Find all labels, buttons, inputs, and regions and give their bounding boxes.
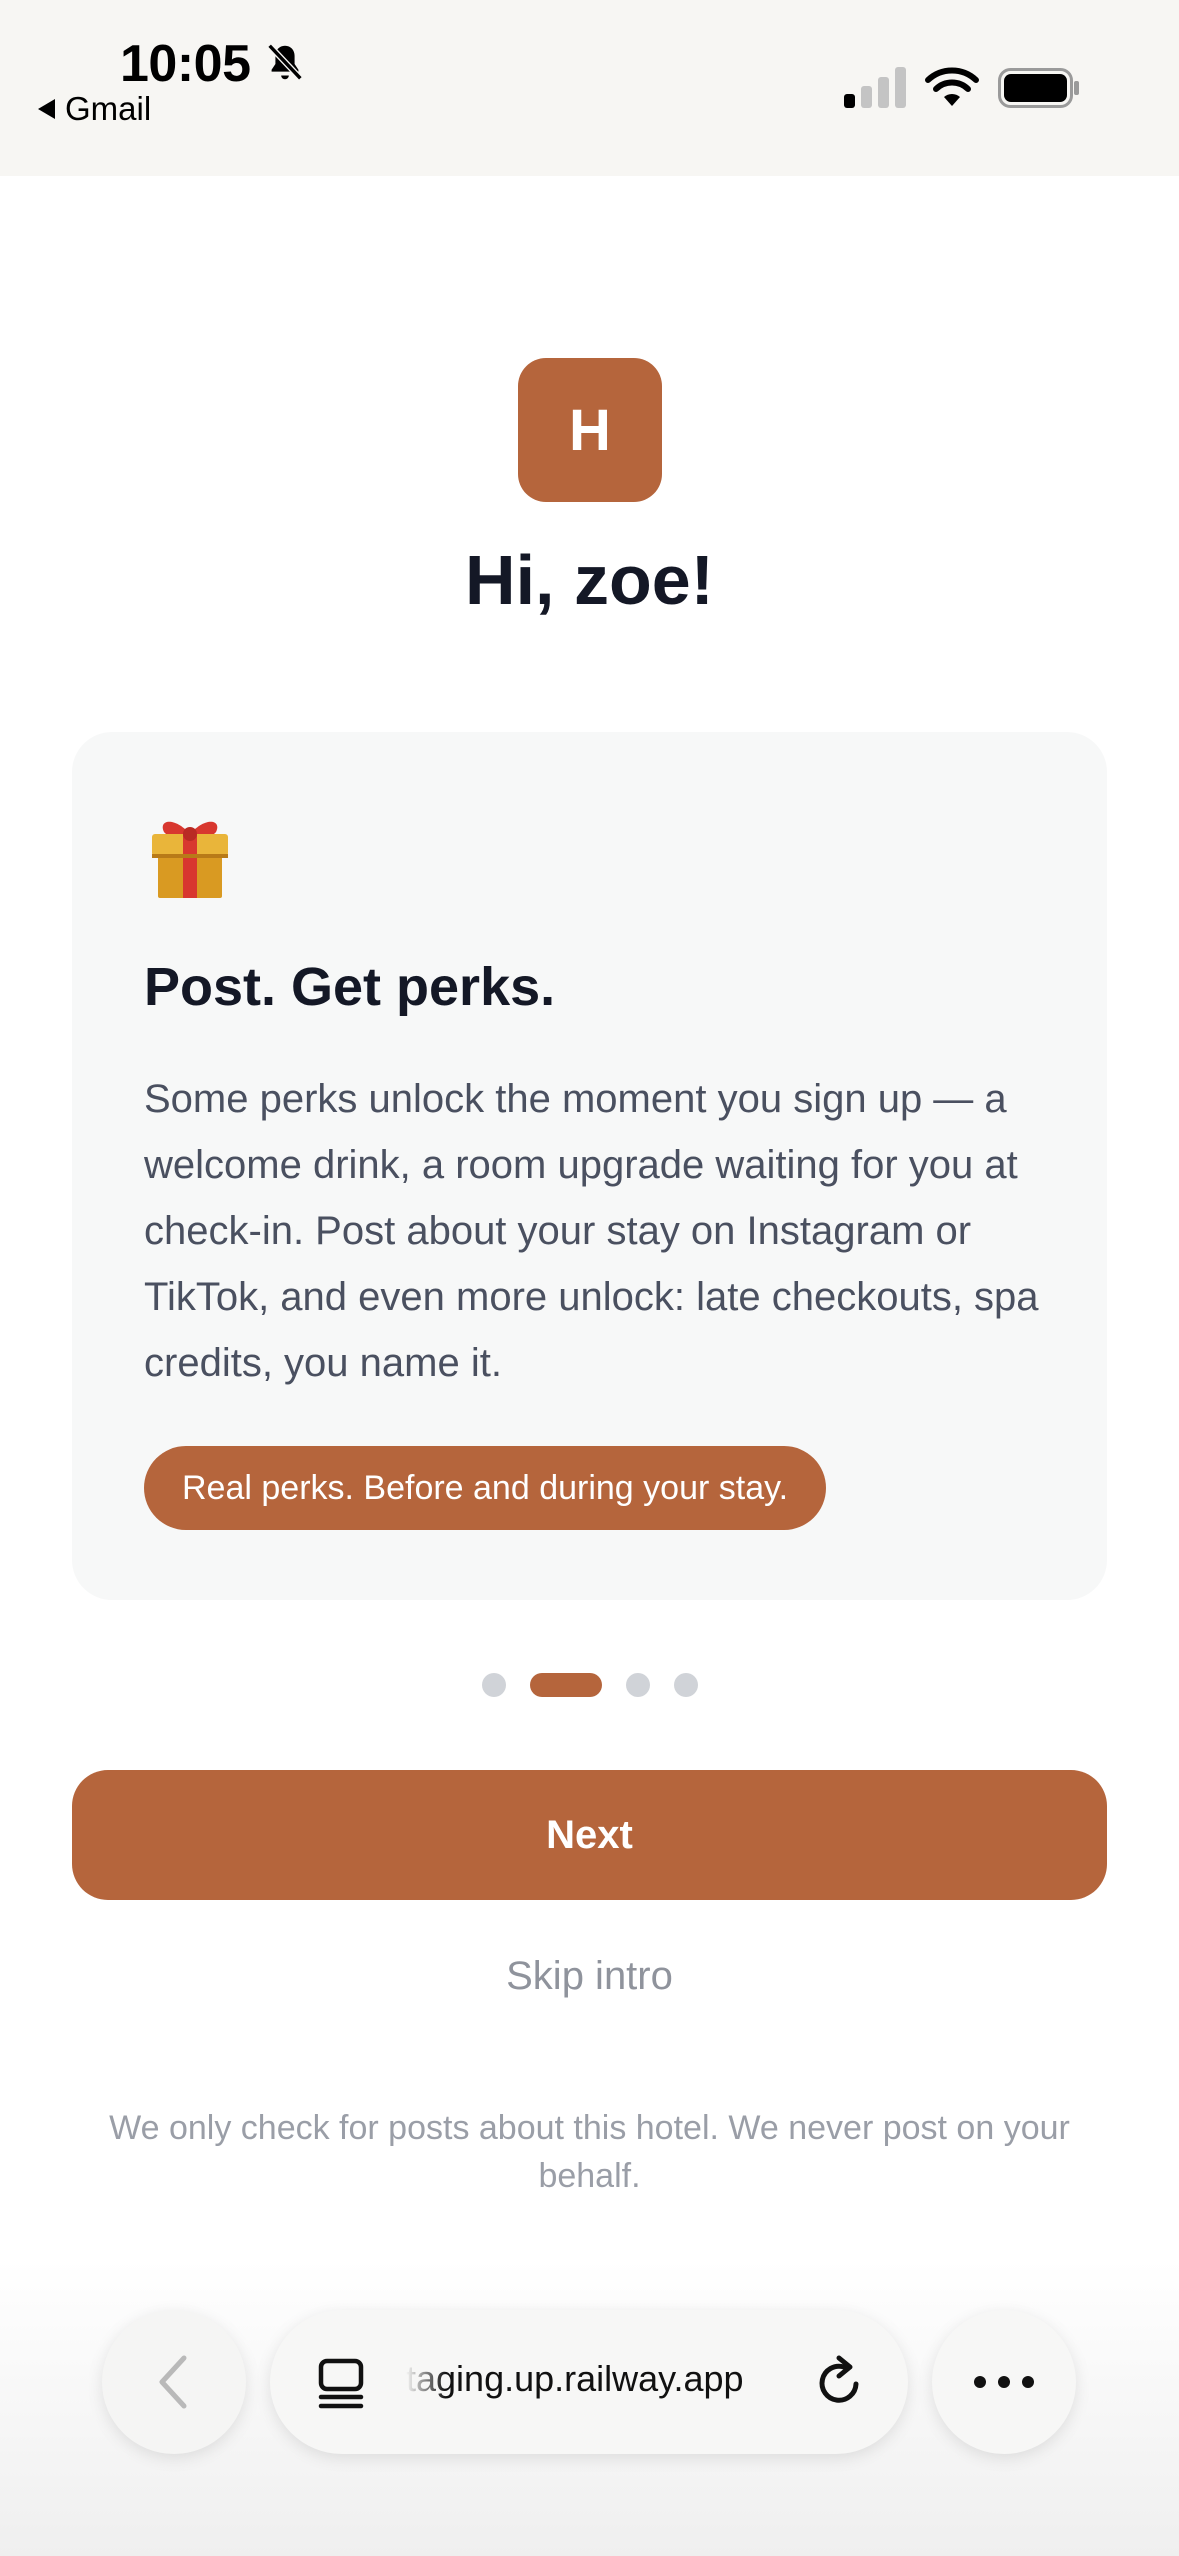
cellular-signal-icon	[844, 67, 906, 108]
bell-off-icon	[267, 43, 303, 81]
card-title: Post. Get perks.	[144, 957, 556, 1017]
perks-badge: Real perks. Before and during your stay.	[144, 1446, 827, 1530]
pager-dot-active[interactable]	[529, 1673, 602, 1697]
pager-dot[interactable]	[673, 1673, 698, 1697]
ellipsis-icon	[974, 2376, 1034, 2388]
reload-icon[interactable]	[812, 2354, 868, 2410]
hotel-logo: H	[518, 358, 662, 502]
browser-back-button[interactable]	[102, 2310, 246, 2454]
status-bar: 10:05 Gmail	[0, 0, 1179, 176]
chevron-left-icon	[159, 2355, 187, 2409]
back-to-gmail[interactable]: Gmail	[38, 90, 151, 128]
pager-dots	[0, 1673, 1179, 1697]
privacy-disclaimer: We only check for posts about this hotel…	[109, 2109, 1070, 2195]
pager-dot[interactable]	[481, 1673, 506, 1697]
tab-overview-icon	[318, 2358, 364, 2409]
next-button[interactable]: Next	[72, 1770, 1107, 1900]
card-body: Some perks unlock the moment you sign up…	[144, 1077, 1039, 1385]
pager-dot[interactable]	[625, 1673, 650, 1697]
gift-icon	[152, 821, 228, 898]
url-fade	[406, 2350, 446, 2410]
back-triangle-icon	[38, 99, 55, 119]
skip-intro-link[interactable]: Skip intro	[0, 1954, 1179, 1999]
greeting-title: Hi, zoe!	[465, 541, 714, 619]
wifi-icon	[925, 67, 979, 106]
back-app-label: Gmail	[65, 90, 152, 127]
status-time: 10:05	[120, 35, 251, 93]
address-bar[interactable]: taging.up.railway.app	[270, 2310, 908, 2454]
battery-icon	[998, 68, 1079, 108]
url-text: taging.up.railway.app	[406, 2358, 744, 2399]
onboarding-card: Post. Get perks. Some perks unlock the m…	[72, 732, 1107, 1600]
more-options-button[interactable]	[932, 2310, 1076, 2454]
